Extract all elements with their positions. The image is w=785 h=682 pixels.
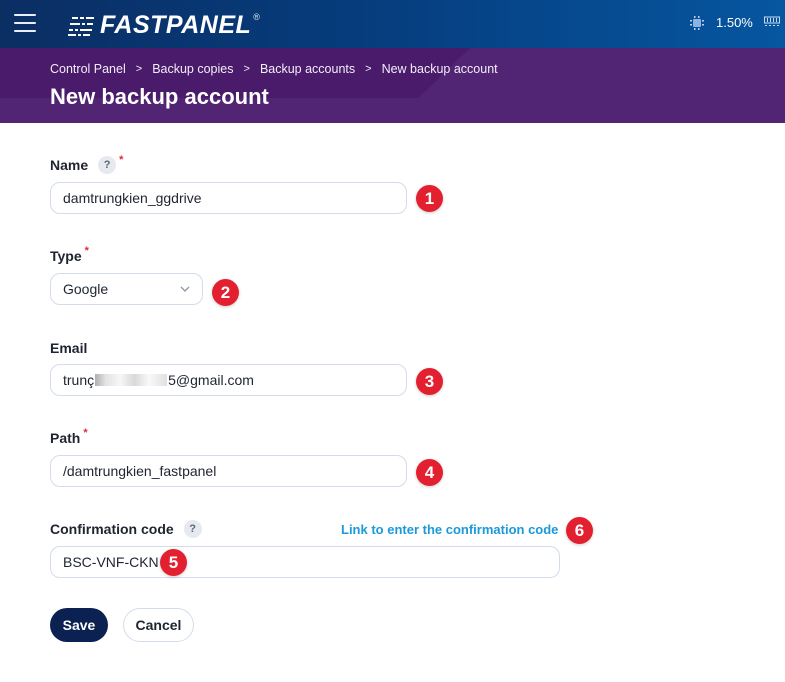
annotation-badge-3: 3 xyxy=(416,368,443,395)
type-select[interactable]: Google xyxy=(50,273,203,305)
breadcrumb-current: New backup account xyxy=(381,62,498,76)
chevron-down-icon xyxy=(180,286,190,292)
breadcrumb-separator: > xyxy=(243,63,250,75)
email-label-text: Email xyxy=(50,340,88,356)
cancel-button[interactable]: Cancel xyxy=(123,608,194,642)
help-icon[interactable]: ? xyxy=(98,156,117,174)
breadcrumb-separator: > xyxy=(135,63,143,75)
hamburger-menu-icon[interactable] xyxy=(14,14,36,32)
annotation-badge-2: 2 xyxy=(212,279,239,306)
email-value-end: 5@gmail.com xyxy=(168,372,254,388)
name-input[interactable]: damtrungkien_ggdrive xyxy=(50,182,407,214)
page-title: New backup account xyxy=(50,84,269,109)
type-label-text: Type xyxy=(50,248,82,264)
help-icon[interactable]: ? xyxy=(183,520,202,538)
confirmation-label-text: Confirmation code xyxy=(50,521,174,537)
required-marker: * xyxy=(83,427,88,439)
fastpanel-logo[interactable]: FASTPANEL ® xyxy=(68,11,260,40)
path-label-text: Path xyxy=(50,430,81,446)
email-input[interactable]: trunç 5@gmail.com xyxy=(50,364,407,396)
cpu-usage-value: 1.50% xyxy=(716,15,753,30)
email-value-start: trunç xyxy=(63,372,95,388)
annotation-badge-1: 1 xyxy=(416,185,443,212)
confirmation-code-value: BSC-VNF-CKN xyxy=(63,554,159,570)
annotation-badge-5: 5 xyxy=(160,549,187,576)
breadcrumb-control-panel[interactable]: Control Panel xyxy=(50,62,126,76)
registered-mark: ® xyxy=(253,12,260,22)
name-label-text: Name xyxy=(50,157,89,173)
annotation-badge-6: 6 xyxy=(566,517,593,544)
path-input[interactable]: /damtrungkien_fastpanel xyxy=(50,455,407,487)
confirmation-code-label: Confirmation code ? xyxy=(50,520,202,538)
breadcrumb-backup-accounts[interactable]: Backup accounts xyxy=(260,62,355,76)
confirmation-code-link[interactable]: Link to enter the confirmation code xyxy=(341,522,558,537)
required-marker: * xyxy=(119,154,124,166)
path-label: Path * xyxy=(50,427,88,446)
page-header: Control Panel > Backup copies > Backup a… xyxy=(0,48,785,123)
email-label: Email xyxy=(50,340,87,356)
annotation-badge-4: 4 xyxy=(416,459,443,486)
name-input-value: damtrungkien_ggdrive xyxy=(63,190,202,206)
logo-sliders-icon xyxy=(68,16,94,36)
name-label: Name ? * xyxy=(50,154,124,174)
confirmation-code-input[interactable]: BSC-VNF-CKN xyxy=(50,546,560,578)
required-marker: * xyxy=(84,245,89,257)
cpu-chip-icon xyxy=(690,16,704,30)
path-input-value: /damtrungkien_fastpanel xyxy=(63,463,217,479)
save-button[interactable]: Save xyxy=(50,608,108,642)
top-bar: FASTPANEL ® 1.50% xyxy=(0,0,785,48)
breadcrumb-separator: > xyxy=(365,63,372,75)
logo-text: FASTPANEL xyxy=(100,11,252,39)
type-label: Type * xyxy=(50,245,89,264)
redacted-blur xyxy=(95,374,168,386)
breadcrumb: Control Panel > Backup copies > Backup a… xyxy=(50,62,498,76)
memory-module-icon xyxy=(764,16,780,26)
type-select-value: Google xyxy=(63,281,109,297)
breadcrumb-backup-copies[interactable]: Backup copies xyxy=(152,62,233,76)
